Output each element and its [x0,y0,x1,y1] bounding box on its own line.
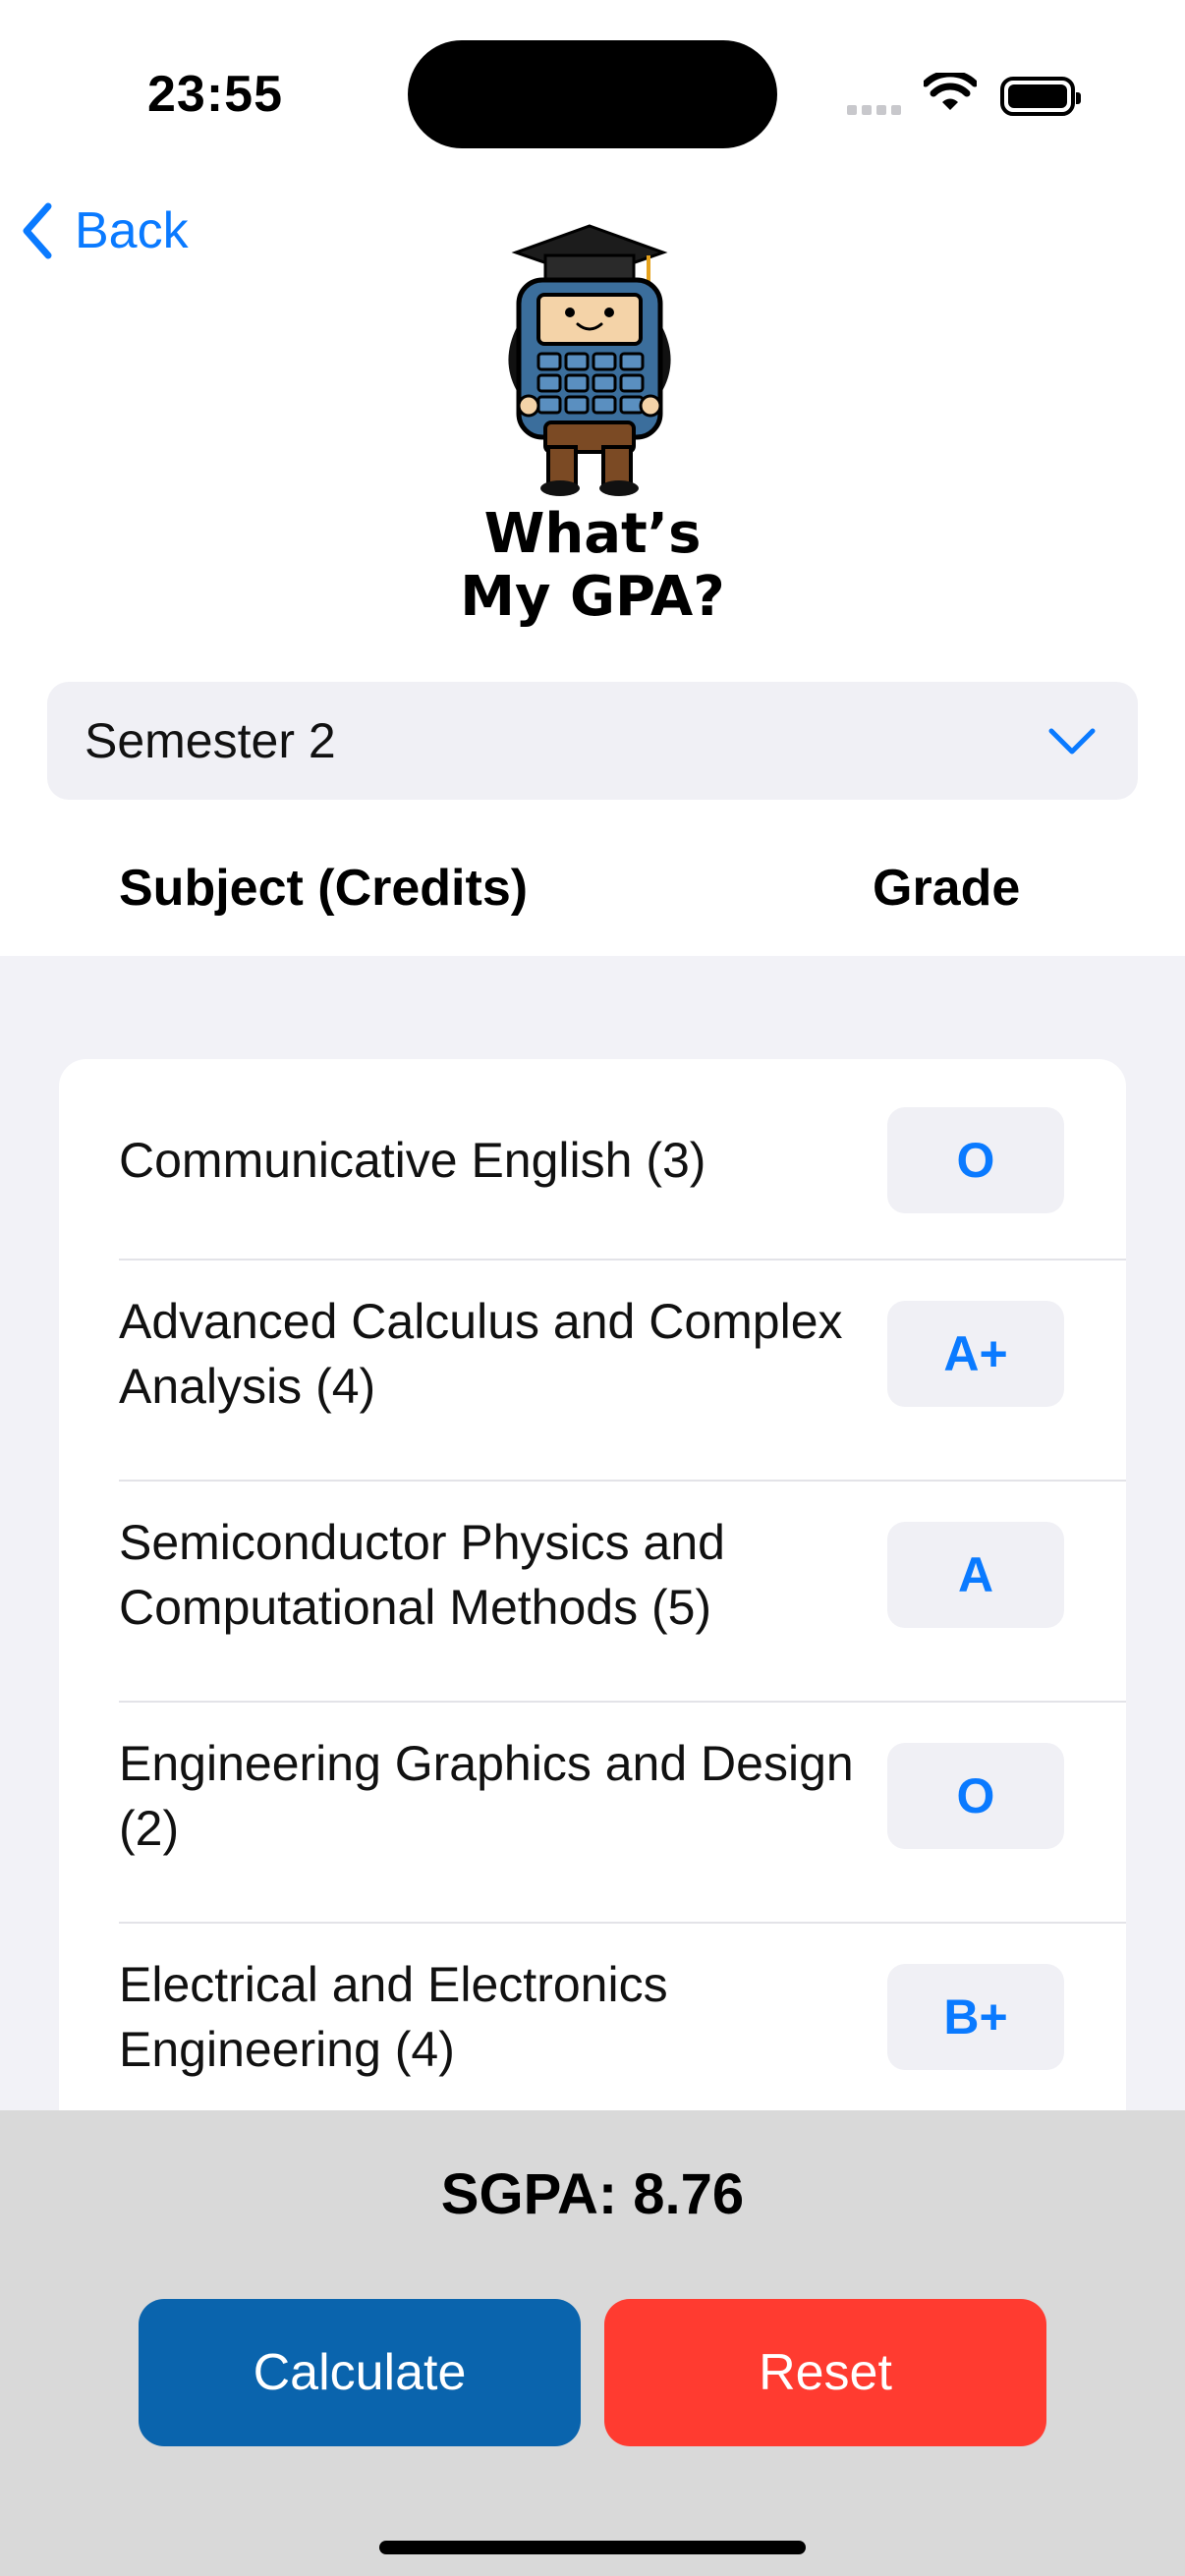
calculate-button[interactable]: Calculate [139,2299,581,2446]
row-divider [119,1701,1126,1703]
dynamic-island [408,40,777,148]
subject-column-header: Subject (Credits) [119,860,529,917]
list-item: Electrical and Electronics Engineering (… [119,1938,1126,2096]
chevron-down-icon [1048,728,1096,755]
subject-name: Electrical and Electronics Engineering (… [119,1957,668,2077]
row-divider [119,1922,1126,1924]
home-indicator[interactable] [379,2541,806,2554]
grade-picker[interactable]: A+ [887,1301,1064,1407]
wifi-icon [922,70,979,119]
list-item: Engineering Graphics and Design (2) O [119,1717,1126,1875]
subject-name: Semiconductor Physics and Computational … [119,1515,725,1635]
back-label: Back [75,202,189,259]
grade-picker[interactable]: B+ [887,1964,1064,2070]
calculator-mascot-logo [491,221,688,496]
list-item: Semiconductor Physics and Computational … [119,1496,1126,1653]
grade-picker[interactable]: O [887,1743,1064,1849]
app-title: What’s My GPA? [373,503,812,629]
subject-name: Communicative English (3) [119,1133,706,1188]
reset-button[interactable]: Reset [604,2299,1046,2446]
semester-dropdown[interactable]: Semester 2 [47,682,1138,800]
grade-picker[interactable]: A [887,1522,1064,1628]
subject-name: Engineering Graphics and Design (2) [119,1736,854,1856]
app-title-line-2: My GPA? [460,565,725,629]
row-divider [119,1480,1126,1482]
chevron-left-icon [23,202,52,259]
app-title-line-1: What’s [483,502,702,566]
list-item: Communicative English (3) O [119,1107,1126,1213]
cellular-signal-icon [847,102,906,120]
subject-name: Advanced Calculus and Complex Analysis (… [119,1294,843,1414]
list-item: Advanced Calculus and Complex Analysis (… [119,1275,1126,1432]
back-button[interactable]: Back [22,196,189,265]
sgpa-result: SGPA: 8.76 [440,2162,745,2226]
grade-column-header: Grade [873,860,1021,917]
subjects-list: Communicative English (3) O Advanced Cal… [59,1059,1126,2238]
row-divider [119,1259,1126,1260]
status-time: 23:55 [147,66,283,123]
battery-icon [1000,77,1081,116]
semester-selected-value: Semester 2 [85,713,336,768]
grade-picker[interactable]: O [887,1107,1064,1213]
